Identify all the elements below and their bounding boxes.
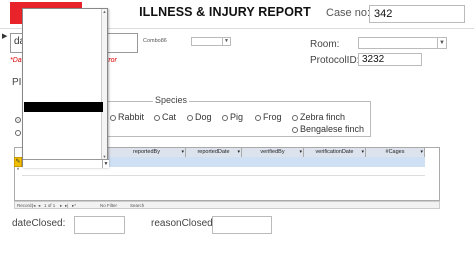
reason-closed-field[interactable] — [212, 216, 272, 234]
record-navigation: Record: |◂ ◂ 1 of 1 ▸ ▸| ▸* No Filter Se… — [14, 201, 440, 209]
column-header-label: reportedDate — [197, 149, 230, 155]
date-closed-label: dateClosed: — [12, 218, 66, 229]
radio-icon — [154, 114, 160, 121]
column-header-reportedby[interactable]: reportedBy ▾ — [108, 148, 186, 157]
dropdown-list[interactable]: ▲ ▼ ▼ — [22, 8, 109, 168]
column-header-verifiedby[interactable]: verifiedBy ▾ — [242, 148, 304, 157]
column-header-cages[interactable]: #Cages ▾ — [366, 148, 425, 157]
species-option-label: Rabbit — [118, 112, 145, 122]
combo86-select[interactable]: ▼ — [191, 37, 231, 46]
radio-icon — [187, 114, 193, 121]
record-position[interactable]: 1 of 1 — [44, 203, 55, 208]
date-closed-field[interactable] — [74, 216, 125, 234]
species-option-dog[interactable]: Dog — [187, 112, 212, 122]
chevron-down-icon[interactable]: ▾ — [181, 148, 184, 157]
search-box[interactable]: Search — [130, 203, 144, 208]
column-header-verificationdate[interactable]: verificationDate ▾ — [304, 148, 366, 157]
species-option-pig[interactable]: Pig — [222, 112, 243, 122]
chevron-down-icon[interactable]: ▾ — [299, 148, 302, 157]
chevron-down-icon[interactable]: ▼ — [437, 38, 446, 48]
radio-icon — [292, 126, 298, 133]
species-option-label: Pig — [230, 112, 244, 122]
validation-message-left: *Da — [10, 57, 22, 64]
chevron-down-icon[interactable]: ▼ — [222, 38, 230, 45]
chevron-down-icon[interactable]: ▾ — [361, 148, 364, 157]
species-option-cat[interactable]: Cat — [154, 112, 176, 122]
species-option-frog[interactable]: Frog — [255, 112, 282, 122]
radio-icon — [255, 114, 261, 121]
row-divider — [22, 175, 425, 176]
species-option-zebra-finch[interactable]: Zebra finch — [292, 112, 345, 122]
dropdown-selected-item[interactable] — [24, 102, 103, 112]
next-record-icon[interactable]: ▸ — [60, 203, 62, 209]
new-record-nav-icon[interactable]: ▸* — [72, 203, 76, 209]
scroll-up-icon[interactable]: ▲ — [102, 9, 107, 15]
last-record-icon[interactable]: ▸| — [65, 203, 68, 209]
species-option-label: Dog — [195, 112, 212, 122]
radio-icon — [110, 114, 116, 121]
no-filter-label[interactable]: No Filter — [100, 203, 117, 208]
species-option-label: Cat — [162, 112, 177, 122]
radio-icon — [222, 114, 228, 121]
room-select[interactable]: ▼ — [358, 37, 447, 49]
chevron-down-icon[interactable]: ▼ — [102, 160, 109, 168]
record-selector-icon: ▶ — [2, 33, 8, 40]
species-option-rabbit[interactable]: Rabbit — [110, 112, 144, 122]
species-option-bengalese-finch[interactable]: Bengalese finch — [292, 124, 364, 134]
combo86-label: Combo86 — [143, 38, 167, 44]
column-header-label: verifiedBy — [260, 149, 285, 155]
column-header-label: reportedBy — [133, 149, 160, 155]
species-option-label: Bengalese finch — [300, 124, 365, 134]
dropdown-combo-field[interactable]: ▼ — [23, 159, 109, 168]
species-option-label: Frog — [263, 112, 282, 122]
protocol-label: ProtocolID: — [310, 55, 360, 66]
species-label: Species — [153, 95, 190, 105]
radio-icon — [15, 129, 21, 136]
protocol-field[interactable]: 3232 — [358, 53, 422, 66]
chevron-down-icon[interactable]: ▾ — [420, 148, 423, 157]
prev-record-icon[interactable]: ◂ — [38, 203, 40, 209]
dropdown-scrollbar[interactable]: ▲ ▼ — [101, 9, 107, 160]
case-no-field[interactable]: 342 — [369, 5, 465, 23]
column-header-label: verificationDate — [315, 149, 354, 155]
first-record-icon[interactable]: |◂ — [32, 203, 35, 209]
page-title: ILLNESS & INJURY REPORT — [139, 5, 311, 19]
column-header-reporteddate[interactable]: reportedDate ▾ — [186, 148, 242, 157]
record-label: Record: — [17, 203, 33, 208]
reason-closed-label: reasonClosed: — [151, 218, 216, 229]
column-header-label: #Cages — [385, 149, 405, 155]
radio-icon — [292, 114, 298, 121]
report-form: ILLNESS & INJURY REPORT Case no: 342 ▶ d… — [0, 0, 474, 259]
chevron-down-icon[interactable]: ▾ — [237, 148, 240, 157]
edit-pencil-icon: ✎ — [14, 157, 22, 167]
species-option-label: Zebra finch — [300, 112, 346, 122]
room-label: Room: — [310, 39, 340, 50]
radio-selected-icon — [15, 116, 21, 123]
case-no-label: Case no: — [326, 7, 371, 19]
new-record-icon: * — [16, 168, 20, 174]
